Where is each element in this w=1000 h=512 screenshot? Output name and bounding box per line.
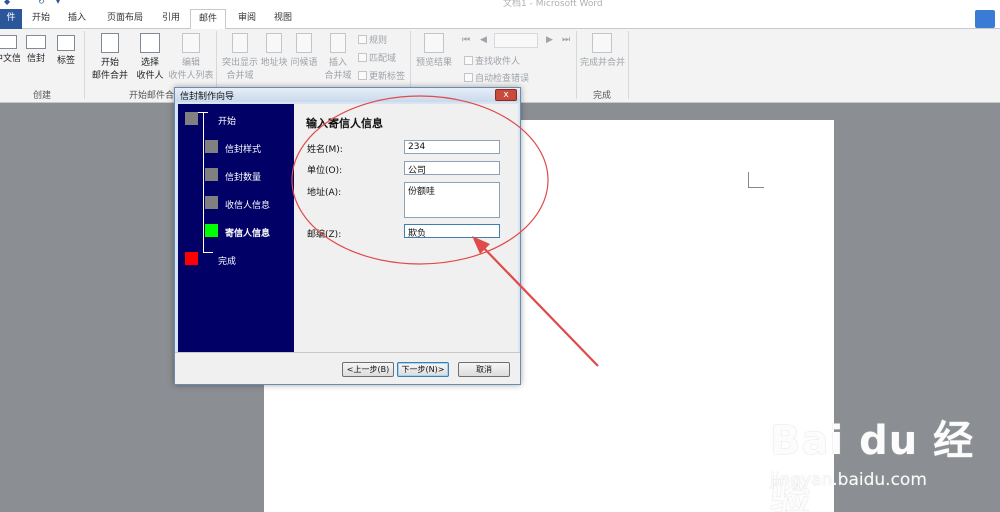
window-title: 文档1 - Microsoft Word xyxy=(503,0,603,9)
highlight-merge-fields-button[interactable]: 突出显示 合并域 xyxy=(220,33,260,81)
postcode-field[interactable]: 欺负 xyxy=(404,224,500,239)
step-recipient-info-indicator xyxy=(205,196,218,209)
watermark-site: jingyan.baidu.com xyxy=(770,470,927,490)
group-create-label: 创建 xyxy=(32,91,51,101)
title-bar: ◆ ↻ ▾ 文档1 - Microsoft Word xyxy=(0,0,1000,9)
group-separator xyxy=(628,31,629,99)
step-envelope-count-indicator xyxy=(205,168,218,181)
wizard-steps-panel: 开始 信封样式 信封数量 收信人信息 寄信人信息 完成 xyxy=(178,104,294,352)
dialog-footer: <上一步(B) 下一步(N)> 取消 xyxy=(175,352,520,384)
step-finish-indicator xyxy=(185,252,198,265)
next-button[interactable]: 下一步(N)> xyxy=(397,362,449,377)
record-number-input[interactable] xyxy=(494,33,538,48)
back-button[interactable]: <上一步(B) xyxy=(342,362,394,377)
start-mail-merge-button[interactable]: 开始 邮件合并 xyxy=(88,33,132,81)
redo-icon[interactable]: ↻ xyxy=(38,0,45,6)
step-envelope-style-label: 信封样式 xyxy=(225,145,262,155)
envelope-icon xyxy=(0,35,17,49)
step-envelope-style-indicator xyxy=(205,140,218,153)
step-recipient-info-label: 收信人信息 xyxy=(225,201,271,211)
chinese-envelope-button[interactable]: 中文信封 xyxy=(0,35,20,67)
address-block-button[interactable]: 地址块 xyxy=(260,33,288,68)
page-margin-mark xyxy=(748,172,764,188)
edit-recipient-list-button[interactable]: 编辑 收件人列表 xyxy=(168,33,214,81)
rules-button[interactable]: 规则 xyxy=(358,33,387,46)
edit-list-icon xyxy=(182,33,200,53)
select-recipients-button[interactable]: 选择 收件人 xyxy=(132,33,168,81)
finish-merge-icon xyxy=(592,33,612,53)
greeting-line-icon xyxy=(296,33,312,53)
recipients-icon xyxy=(140,33,160,53)
company-label: 单位(O): xyxy=(307,166,343,176)
customize-qat-icon[interactable]: ▾ xyxy=(56,0,60,6)
address-label: 地址(A): xyxy=(307,188,342,198)
last-record-icon[interactable]: ⏭ xyxy=(562,35,570,45)
wizard-content-panel: 输入寄信人信息 姓名(M): 234 单位(O): 公司 地址(A): 份额哇 … xyxy=(294,104,518,352)
tab-file[interactable]: 件 xyxy=(0,9,22,29)
labels-button[interactable]: 标签 xyxy=(53,35,79,66)
cancel-button[interactable]: 取消 xyxy=(458,362,510,377)
step-start-indicator xyxy=(185,112,198,125)
company-field[interactable]: 公司 xyxy=(404,161,500,176)
group-separator xyxy=(84,31,85,99)
step-connector xyxy=(203,112,204,252)
envelopes-button[interactable]: 信封 xyxy=(24,35,48,64)
find-recipient-icon xyxy=(464,56,473,65)
tab-insert[interactable]: 插入 xyxy=(62,9,92,29)
match-fields-button[interactable]: 匹配域 xyxy=(358,51,396,64)
help-icon[interactable] xyxy=(975,10,995,28)
document-icon xyxy=(101,33,119,53)
baidu-jingyan-watermark: Bai du 经验 jingyan.baidu.com xyxy=(770,408,990,512)
group-finish-label: 完成 xyxy=(592,91,611,101)
name-field[interactable]: 234 xyxy=(404,140,500,154)
tab-page-layout[interactable]: 页面布局 xyxy=(102,9,148,29)
first-record-icon[interactable]: ⏮ xyxy=(462,35,470,45)
preview-icon xyxy=(424,33,444,53)
wizard-heading: 输入寄信人信息 xyxy=(306,117,383,130)
tab-home[interactable]: 开始 xyxy=(26,9,56,29)
envelope-icon xyxy=(26,35,46,49)
next-record-icon[interactable]: ▶ xyxy=(546,35,553,45)
save-icon[interactable]: ◆ xyxy=(4,0,10,6)
auto-check-errors-button[interactable]: 自动检查错误 xyxy=(464,71,529,84)
address-field[interactable]: 份额哇 xyxy=(404,182,500,218)
previous-record-icon[interactable]: ◀ xyxy=(480,35,487,45)
labels-icon xyxy=(57,35,75,51)
finish-and-merge-button[interactable]: 完成并合并 xyxy=(580,33,625,68)
find-recipient-button[interactable]: 查找收件人 xyxy=(464,54,520,67)
check-errors-icon xyxy=(464,73,473,82)
dialog-title: 信封制作向导 xyxy=(180,92,235,102)
step-connector xyxy=(203,252,213,253)
insert-merge-field-button[interactable]: 插入 合并域 xyxy=(320,33,356,81)
tab-mailings[interactable]: 邮件 xyxy=(190,9,226,30)
name-label: 姓名(M): xyxy=(307,145,343,155)
ribbon-tabs: 件 开始 插入 页面布局 引用 邮件 审阅 视图 xyxy=(0,9,1000,30)
step-start-label: 开始 xyxy=(218,117,237,127)
dialog-title-bar[interactable]: 信封制作向导 x xyxy=(175,88,520,102)
highlight-fields-icon xyxy=(232,33,248,53)
postcode-label: 邮编(Z): xyxy=(307,230,342,240)
tab-review[interactable]: 审阅 xyxy=(232,9,262,29)
update-labels-button[interactable]: 更新标签 xyxy=(358,69,405,82)
tab-references[interactable]: 引用 xyxy=(156,9,186,29)
greeting-line-button[interactable]: 问候语 xyxy=(289,33,319,68)
step-finish-label: 完成 xyxy=(218,257,237,267)
group-separator xyxy=(576,31,577,99)
envelope-wizard-dialog: 信封制作向导 x 开始 信封样式 信封数量 收信人信息 寄信人信息 完成 输入寄… xyxy=(174,87,521,385)
watermark-logo: Bai du 经验 xyxy=(770,418,975,512)
step-envelope-count-label: 信封数量 xyxy=(225,173,262,183)
step-sender-info-indicator xyxy=(205,224,218,237)
close-button[interactable]: x xyxy=(495,89,517,101)
step-sender-info-label: 寄信人信息 xyxy=(225,229,271,239)
match-fields-icon xyxy=(358,53,367,62)
insert-field-icon xyxy=(330,33,346,53)
rules-icon xyxy=(358,35,367,44)
update-labels-icon xyxy=(358,71,367,80)
step-connector xyxy=(198,112,208,113)
tab-view[interactable]: 视图 xyxy=(268,9,298,29)
preview-results-button[interactable]: 预览结果 xyxy=(414,33,454,68)
address-block-icon xyxy=(266,33,282,53)
